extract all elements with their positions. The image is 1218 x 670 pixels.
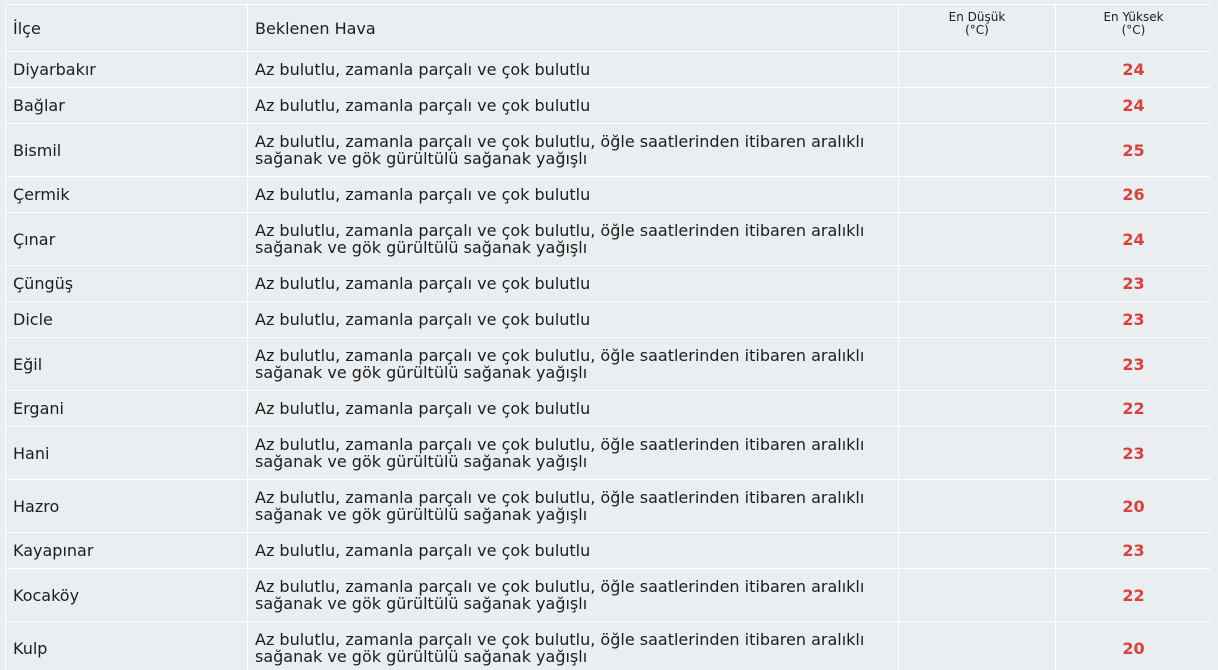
min-temp-cell <box>898 426 1056 480</box>
max-temp-cell: 23 <box>1055 426 1211 480</box>
min-temp-cell <box>898 568 1056 622</box>
max-temp-cell: 24 <box>1055 51 1211 88</box>
table-row: Dicle Az bulutlu, zamanla parçalı ve çok … <box>5 301 1211 338</box>
table-row: Kayapınar Az bulutlu, zamanla parçalı ve … <box>5 532 1211 569</box>
min-temp-cell <box>898 621 1056 670</box>
district-cell: Eğil <box>5 337 248 391</box>
district-cell: Çermik <box>5 176 248 213</box>
max-temp-cell: 25 <box>1055 123 1211 177</box>
min-temp-cell <box>898 337 1056 391</box>
district-cell: Çınar <box>5 212 248 266</box>
forecast-cell: Az bulutlu, zamanla parçalı ve çok bulut… <box>247 426 899 480</box>
header-max-temp-unit: (°C) <box>1121 23 1146 37</box>
max-temp-cell: 23 <box>1055 301 1211 338</box>
forecast-cell: Az bulutlu, zamanla parçalı ve çok bulut… <box>247 212 899 266</box>
forecast-table-container: İlçe Beklenen Hava En Düşük (°C) En Yüks… <box>5 4 1211 670</box>
table-row: Hani Az bulutlu, zamanla parçalı ve çok b… <box>5 426 1211 480</box>
max-temp-cell: 24 <box>1055 212 1211 266</box>
district-cell: Kulp <box>5 621 248 670</box>
table-header-row: İlçe Beklenen Hava En Düşük (°C) En Yüks… <box>5 4 1211 52</box>
table-row: Kulp Az bulutlu, zamanla parçalı ve çok b… <box>5 621 1211 670</box>
max-temp-cell: 26 <box>1055 176 1211 213</box>
district-cell: Hazro <box>5 479 248 533</box>
table-row: Ergani Az bulutlu, zamanla parçalı ve çok… <box>5 390 1211 427</box>
table-row: Çüngüş Az bulutlu, zamanla parçalı ve çok… <box>5 265 1211 302</box>
max-temp-cell: 20 <box>1055 621 1211 670</box>
header-district: İlçe <box>5 4 248 52</box>
min-temp-cell <box>898 532 1056 569</box>
district-cell: Ergani <box>5 390 248 427</box>
min-temp-cell <box>898 301 1056 338</box>
min-temp-cell <box>898 212 1056 266</box>
min-temp-cell <box>898 87 1056 124</box>
forecast-cell: Az bulutlu, zamanla parçalı ve çok bulut… <box>247 51 899 88</box>
table-row: Hazro Az bulutlu, zamanla parçalı ve çok … <box>5 479 1211 533</box>
forecast-table: İlçe Beklenen Hava En Düşük (°C) En Yüks… <box>5 4 1211 670</box>
forecast-cell: Az bulutlu, zamanla parçalı ve çok bulut… <box>247 390 899 427</box>
forecast-cell: Az bulutlu, zamanla parçalı ve çok bulut… <box>247 532 899 569</box>
table-row: Eğil Az bulutlu, zamanla parçalı ve çok b… <box>5 337 1211 391</box>
district-cell: Kocaköy <box>5 568 248 622</box>
header-expected-weather: Beklenen Hava <box>247 4 899 52</box>
district-cell: Çüngüş <box>5 265 248 302</box>
forecast-cell: Az bulutlu, zamanla parçalı ve çok bulut… <box>247 176 899 213</box>
header-min-temp-unit: (°C) <box>965 23 989 37</box>
max-temp-cell: 24 <box>1055 87 1211 124</box>
min-temp-cell <box>898 390 1056 427</box>
district-cell: Dicle <box>5 301 248 338</box>
district-cell: Diyarbakır <box>5 51 248 88</box>
table-row: Bağlar Az bulutlu, zamanla parçalı ve çok… <box>5 87 1211 124</box>
district-cell: Bismil <box>5 123 248 177</box>
max-temp-cell: 22 <box>1055 390 1211 427</box>
table-row: Çermik Az bulutlu, zamanla parçalı ve çok… <box>5 176 1211 213</box>
min-temp-cell <box>898 176 1056 213</box>
table-body: Diyarbakır Az bulutlu, zamanla parçalı ve… <box>5 51 1211 670</box>
max-temp-cell: 22 <box>1055 568 1211 622</box>
forecast-cell: Az bulutlu, zamanla parçalı ve çok bulut… <box>247 479 899 533</box>
table-row: Kocaköy Az bulutlu, zamanla parçalı ve ço… <box>5 568 1211 622</box>
forecast-cell: Az bulutlu, zamanla parçalı ve çok bulut… <box>247 621 899 670</box>
forecast-cell: Az bulutlu, zamanla parçalı ve çok bulut… <box>247 123 899 177</box>
district-cell: Kayapınar <box>5 532 248 569</box>
header-max-temp: En Yüksek (°C) <box>1055 4 1211 52</box>
forecast-cell: Az bulutlu, zamanla parçalı ve çok bulut… <box>247 301 899 338</box>
max-temp-cell: 23 <box>1055 532 1211 569</box>
max-temp-cell: 23 <box>1055 337 1211 391</box>
table-row: Diyarbakır Az bulutlu, zamanla parçalı ve… <box>5 51 1211 88</box>
forecast-cell: Az bulutlu, zamanla parçalı ve çok bulut… <box>247 568 899 622</box>
min-temp-cell <box>898 265 1056 302</box>
forecast-cell: Az bulutlu, zamanla parçalı ve çok bulut… <box>247 337 899 391</box>
table-row: Çınar Az bulutlu, zamanla parçalı ve çok … <box>5 212 1211 266</box>
district-cell: Bağlar <box>5 87 248 124</box>
max-temp-cell: 20 <box>1055 479 1211 533</box>
table-row: Bismil Az bulutlu, zamanla parçalı ve çok… <box>5 123 1211 177</box>
min-temp-cell <box>898 123 1056 177</box>
forecast-cell: Az bulutlu, zamanla parçalı ve çok bulut… <box>247 87 899 124</box>
forecast-cell: Az bulutlu, zamanla parçalı ve çok bulut… <box>247 265 899 302</box>
district-cell: Hani <box>5 426 248 480</box>
max-temp-cell: 23 <box>1055 265 1211 302</box>
min-temp-cell <box>898 479 1056 533</box>
min-temp-cell <box>898 51 1056 88</box>
header-min-temp: En Düşük (°C) <box>898 4 1056 52</box>
